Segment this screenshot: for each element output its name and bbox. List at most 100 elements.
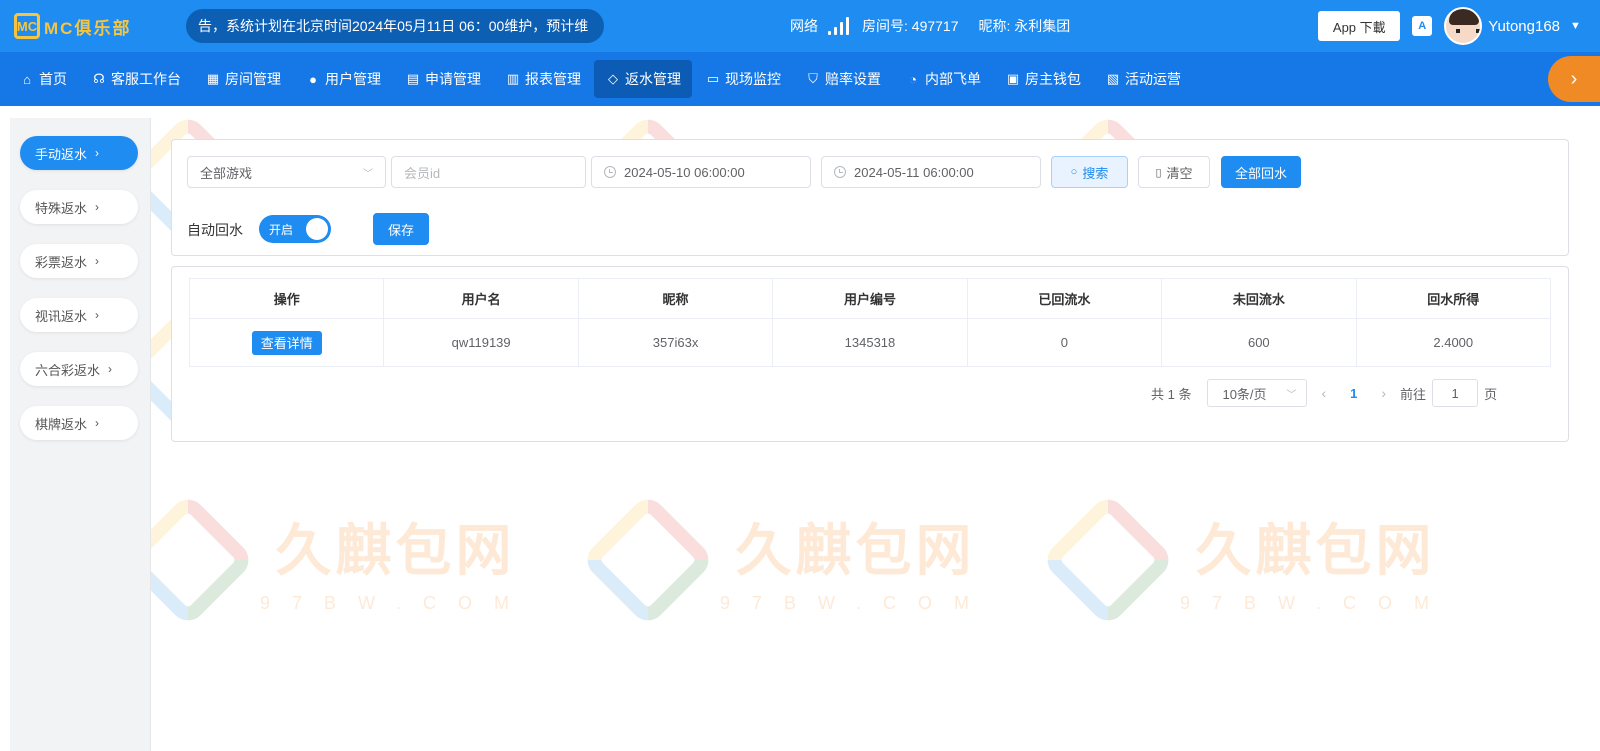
member-id-input[interactable]: 会员id <box>391 156 586 188</box>
nav-odds-settings[interactable]: ⛉ 赔率设置 <box>794 60 892 98</box>
watermark: 久麒包网 97BW.COM <box>1040 492 1451 628</box>
app-logo[interactable]: MC MC俱乐部 <box>14 13 164 39</box>
user-number-cell: 1345318 <box>772 318 968 367</box>
current-page[interactable]: 1 <box>1350 386 1357 401</box>
sidebar-item-mark-six-rebate[interactable]: 六合彩返水 › <box>20 352 138 386</box>
auto-return-label: 自动回水 <box>187 222 243 238</box>
nav-report-management[interactable]: ▥ 报表管理 <box>494 60 592 98</box>
save-button[interactable]: 保存 <box>373 213 429 245</box>
nav-home[interactable]: ⌂ 首页 <box>8 60 78 98</box>
nav-label: 用户管理 <box>325 71 381 87</box>
nav-rebate-management[interactable]: ◇ 返水管理 <box>594 60 692 98</box>
signal-icon <box>828 17 852 35</box>
returned-flow-cell: 0 <box>966 318 1163 367</box>
nav-label: 申请管理 <box>425 71 481 87</box>
network-status: 网络 <box>790 16 852 36</box>
clipboard-icon: ▧ <box>1106 71 1120 86</box>
sidebar-item-lottery-rebate[interactable]: 彩票返水 › <box>20 244 138 278</box>
top-header: MC MC俱乐部 告，系统计划在北京时间2024年05月11日 06：00维护，… <box>0 0 1600 52</box>
sidebar-item-label: 特殊返水 <box>35 200 88 216</box>
end-time-value: 2024-05-11 06:00:00 <box>854 164 974 180</box>
game-select-value: 全部游戏 <box>200 165 253 181</box>
nav-internal-orders[interactable]: ◔ 内部飞单 <box>894 60 992 98</box>
nav-service-desk[interactable]: ☊ 客服工作台 <box>80 60 192 98</box>
search-button[interactable]: ○ 搜索 <box>1051 156 1128 188</box>
clock-icon <box>604 166 616 178</box>
clear-button[interactable]: ▯ 清空 <box>1138 156 1210 188</box>
watermark-text: 久麒包网 <box>735 518 976 584</box>
page-size-value: 10条/页 <box>1222 386 1267 402</box>
toggle-text: 开启 <box>269 222 294 237</box>
nav-live-monitor[interactable]: ▭ 现场监控 <box>694 60 792 98</box>
logo-mark: MC <box>14 13 40 39</box>
nav-owner-wallet[interactable]: ▣ 房主钱包 <box>994 60 1092 98</box>
rebate-table: 操作 用户名 昵称 用户编号 已回流水 未回流水 回水所得 查看详情 qw119… <box>188 278 1552 367</box>
trash-icon: ▯ <box>1155 166 1162 179</box>
sidebar-item-manual-rebate[interactable]: 手动返水 › <box>20 136 138 170</box>
pagination: 共 1 条 10条/页 ﹀ ‹ 1 › 前往 1 页 <box>1151 379 1497 407</box>
nav-application-management[interactable]: ▤ 申请管理 <box>394 60 492 98</box>
start-time-value: 2024-05-10 06:00:00 <box>624 164 745 180</box>
sidebar-item-live-video-rebate[interactable]: 视讯返水 › <box>20 298 138 332</box>
nav-label: 返水管理 <box>625 71 681 87</box>
watermark-text: 久麒包网 <box>1195 518 1436 584</box>
sidebar-item-label: 棋牌返水 <box>35 416 88 432</box>
page-size-select[interactable]: 10条/页 ﹀ <box>1207 379 1308 407</box>
chevron-right-icon: › <box>95 146 100 160</box>
chevron-right-icon: › <box>95 416 100 430</box>
watermark: 久麒包网 97BW.COM <box>120 492 531 628</box>
save-button-label: 保存 <box>387 222 414 238</box>
nav-label: 房间管理 <box>225 71 281 87</box>
end-time-picker[interactable]: 2024-05-11 06:00:00 <box>821 156 1041 188</box>
view-details-button[interactable]: 查看详情 <box>251 330 322 355</box>
nav-label: 首页 <box>39 71 67 87</box>
notice-text: 告，系统计划在北京时间2024年05月11日 06：00维护，预计维 <box>198 18 589 34</box>
username[interactable]: Yutong168 <box>1488 18 1560 35</box>
sidebar-item-label: 视讯返水 <box>35 308 88 324</box>
logo-text: MC俱乐部 <box>44 18 132 38</box>
next-page-icon[interactable]: › <box>1381 385 1386 401</box>
unreturned-flow-cell: 600 <box>1161 318 1357 367</box>
caret-down-icon[interactable]: ▼ <box>1570 20 1581 32</box>
sidebar-item-special-rebate[interactable]: 特殊返水 › <box>20 190 138 224</box>
sidebar-item-card-game-rebate[interactable]: 棋牌返水 › <box>20 406 138 440</box>
nav-activity-operations[interactable]: ▧ 活动运营 <box>1094 60 1192 98</box>
clock-icon <box>834 166 846 178</box>
bar-chart-icon: ▥ <box>506 71 520 86</box>
nav-user-management[interactable]: ● 用户管理 <box>294 60 392 98</box>
chevron-down-icon: ﹀ <box>1286 390 1297 401</box>
column-header: 操作 <box>188 278 385 319</box>
nav-label: 内部飞单 <box>925 71 981 87</box>
translate-icon[interactable]: A <box>1412 16 1433 36</box>
monitor-icon: ▭ <box>706 71 720 86</box>
nav-label: 客服工作台 <box>111 71 181 87</box>
nav-label: 房主钱包 <box>1025 71 1081 87</box>
prev-page-icon[interactable]: ‹ <box>1321 385 1326 401</box>
action-cell: 查看详情 <box>188 318 385 367</box>
total-count: 共 1 条 <box>1151 386 1192 402</box>
chevron-right-icon[interactable]: › <box>1548 56 1600 102</box>
page-suffix: 页 <box>1484 386 1498 402</box>
auto-return-toggle[interactable]: 开启 <box>259 215 331 243</box>
clear-button-label: 清空 <box>1166 165 1193 181</box>
column-header: 昵称 <box>577 278 774 319</box>
chevron-right-icon: › <box>95 254 100 268</box>
sidebar-item-label: 彩票返水 <box>35 254 88 270</box>
nav-room-management[interactable]: ▦ 房间管理 <box>194 60 292 98</box>
shield-icon: ⛉ <box>808 71 818 86</box>
app-download-button[interactable]: App 下載 <box>1318 11 1401 41</box>
game-select[interactable]: 全部游戏 ﹀ <box>187 156 386 188</box>
nav-label: 活动运营 <box>1125 71 1181 87</box>
all-return-button-label: 全部回水 <box>1234 165 1287 181</box>
user-icon: ● <box>309 71 317 87</box>
network-label: 网络 <box>790 18 818 34</box>
table-row: 查看详情 qw119139 357i63x 1345318 0 600 2.40… <box>188 318 1552 367</box>
goto-page-input[interactable]: 1 <box>1432 379 1479 407</box>
all-return-button[interactable]: 全部回水 <box>1221 156 1301 188</box>
start-time-picker[interactable]: 2024-05-10 06:00:00 <box>591 156 811 188</box>
watermark-text: 久麒包网 <box>275 518 516 584</box>
wallet-icon: ▣ <box>1006 71 1020 86</box>
tag-icon: ◇ <box>608 71 618 86</box>
watermark: 久麒包网 97BW.COM <box>580 492 991 628</box>
avatar[interactable] <box>1444 7 1483 45</box>
